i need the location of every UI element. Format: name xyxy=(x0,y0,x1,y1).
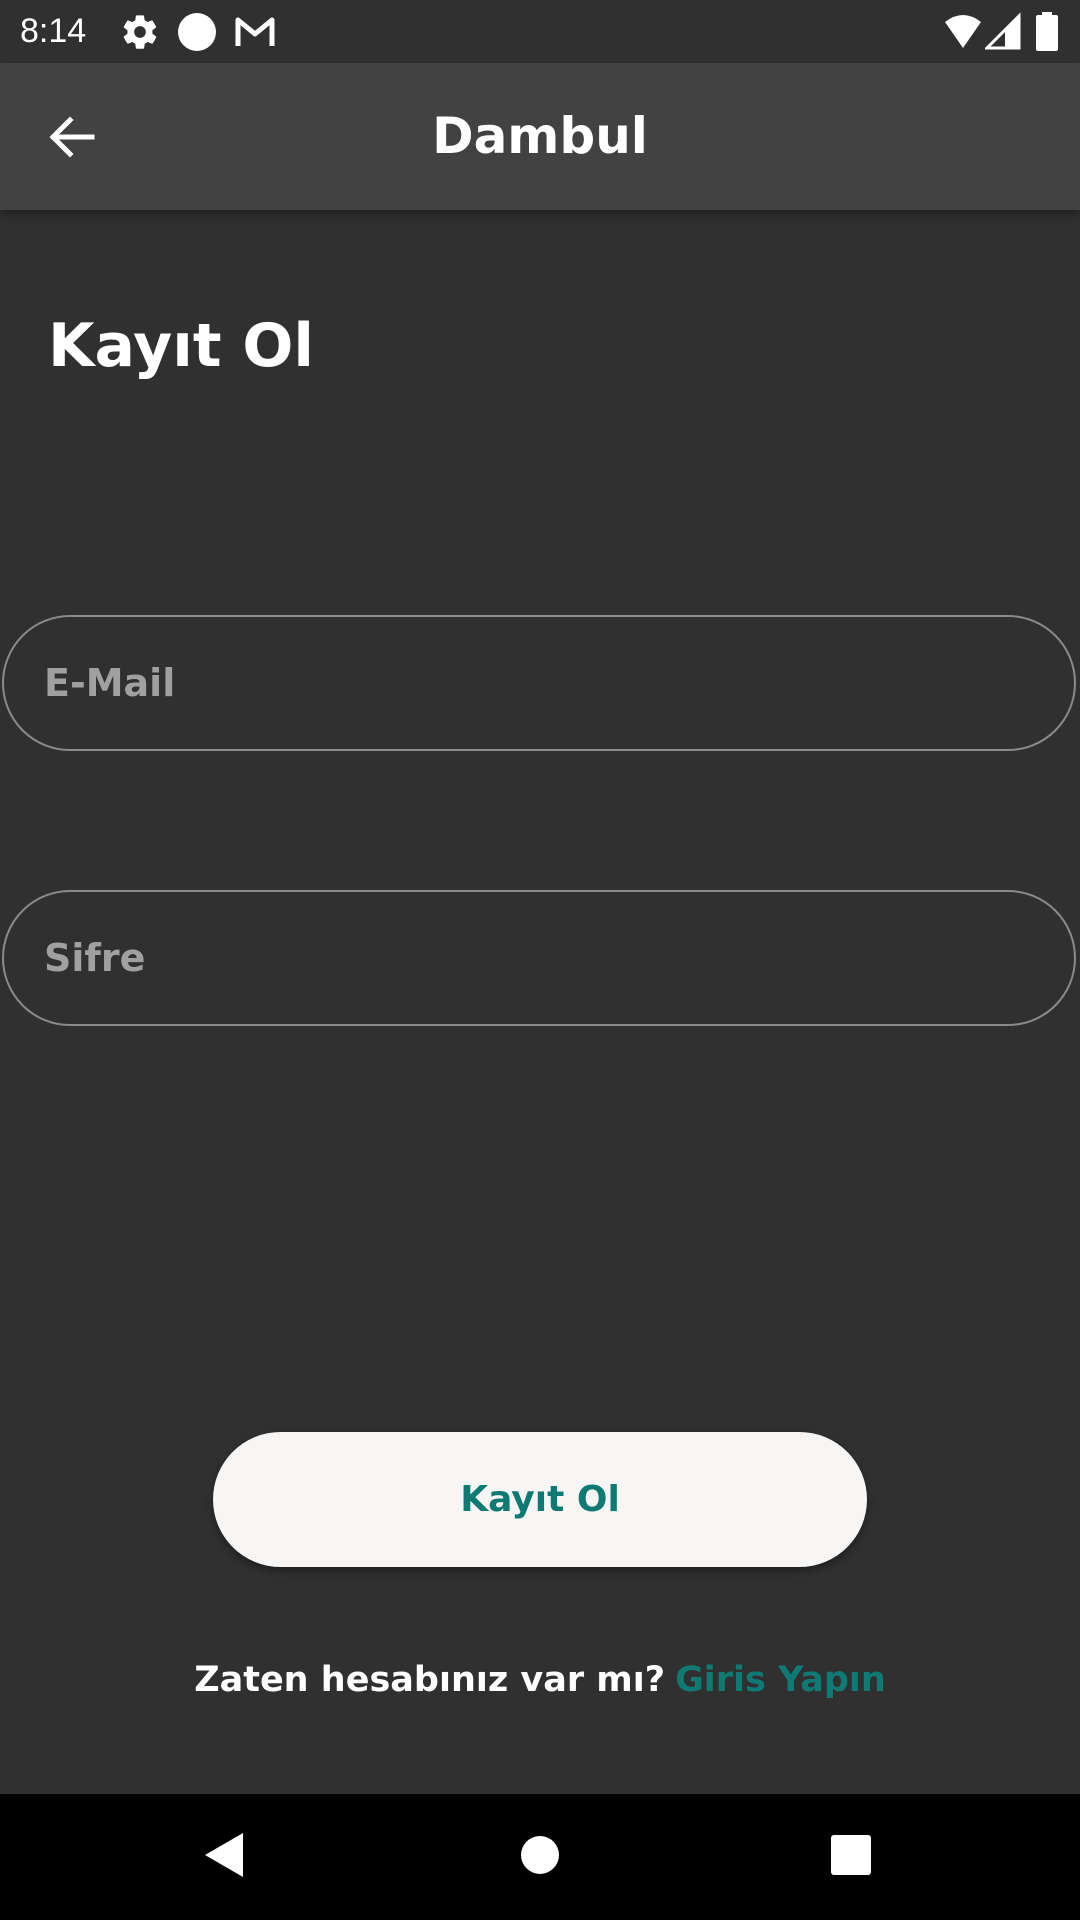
signin-link[interactable]: Giris Yapın xyxy=(675,1660,886,1700)
home-circle-icon xyxy=(520,1835,560,1879)
signin-row: Zaten hesabınız var mı? Giris Yapın xyxy=(0,1655,1080,1705)
nav-recents-button[interactable] xyxy=(781,1794,921,1920)
wifi-icon xyxy=(943,12,983,52)
status-bar: 8:14 xyxy=(0,0,1080,63)
recents-square-icon xyxy=(831,1835,871,1879)
nav-back-button[interactable] xyxy=(155,1794,295,1920)
email-field[interactable] xyxy=(2,615,1076,751)
nav-home-button[interactable] xyxy=(470,1794,610,1920)
password-field[interactable] xyxy=(2,890,1076,1026)
back-button[interactable] xyxy=(36,103,108,175)
page-title: Kayıt Ol xyxy=(48,311,314,381)
gear-icon xyxy=(120,12,160,52)
email-input[interactable] xyxy=(42,616,1074,750)
status-time: 8:14 xyxy=(20,12,87,50)
signal-icon xyxy=(983,12,1025,52)
password-input[interactable] xyxy=(42,891,1074,1025)
arrow-left-icon xyxy=(46,111,98,167)
signin-prompt: Zaten hesabınız var mı? xyxy=(194,1660,666,1700)
app-title: Dambul xyxy=(432,107,648,165)
register-button[interactable]: Kayıt Ol xyxy=(213,1432,867,1567)
back-triangle-icon xyxy=(203,1831,247,1883)
battery-icon xyxy=(1035,12,1075,52)
gmail-icon xyxy=(234,12,275,52)
navigation-bar xyxy=(0,1794,1080,1920)
app-bar: Dambul xyxy=(0,63,1080,210)
circle-icon xyxy=(177,12,217,52)
